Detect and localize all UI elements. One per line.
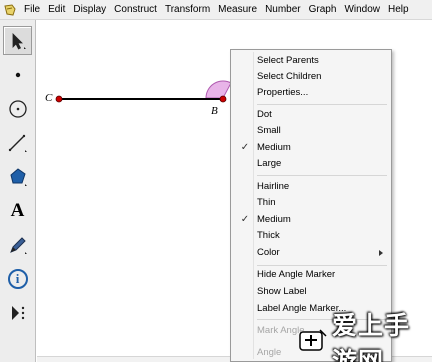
- menu-separator: [257, 104, 387, 105]
- menu-item-line-medium[interactable]: ✓ Medium: [233, 212, 389, 228]
- menu-item-label: Thick: [257, 230, 280, 241]
- menu-item-select-parents[interactable]: Select Parents: [233, 53, 389, 69]
- menu-item-label: Dot: [257, 109, 272, 120]
- menu-bar: File Edit Display Construct Transform Me…: [0, 0, 432, 20]
- circle-icon: [7, 98, 29, 120]
- marker-tool[interactable]: [3, 230, 32, 259]
- submenu-arrow-icon: [379, 250, 383, 256]
- line-icon: [7, 132, 29, 154]
- menu-help[interactable]: Help: [384, 0, 413, 20]
- menu-item-line-hairline[interactable]: Hairline: [233, 179, 389, 195]
- arrow-select-tool[interactable]: [3, 26, 32, 55]
- menu-separator: [257, 265, 387, 266]
- point-b-label: B: [211, 105, 218, 117]
- text-tool[interactable]: A: [3, 196, 32, 225]
- menu-graph[interactable]: Graph: [305, 0, 341, 20]
- toolbox: A i: [0, 20, 36, 362]
- point-c-label: C: [45, 92, 53, 104]
- custom-tool[interactable]: [3, 298, 32, 327]
- menu-item-label: Medium: [257, 142, 291, 153]
- menu-item-hide-angle-marker[interactable]: Hide Angle Marker: [233, 267, 389, 283]
- watermark-text: 爱上手游网: [332, 311, 411, 362]
- menu-construct[interactable]: Construct: [110, 0, 161, 20]
- menu-item-color[interactable]: Color: [233, 245, 389, 261]
- menu-item-select-children[interactable]: Select Children: [233, 69, 389, 85]
- menu-number[interactable]: Number: [261, 0, 305, 20]
- menu-item-point-small[interactable]: Small: [233, 123, 389, 139]
- arrow-icon: [8, 31, 28, 51]
- menu-item-label: Hide Angle Marker: [257, 269, 336, 280]
- menu-item-point-medium[interactable]: ✓ Medium: [233, 140, 389, 156]
- menu-item-label: Select Parents: [257, 55, 319, 66]
- menu-edit[interactable]: Edit: [44, 0, 69, 20]
- checkmark-icon: ✓: [240, 142, 250, 153]
- point-c: [55, 95, 63, 103]
- dot-icon: [8, 65, 28, 85]
- information-tool[interactable]: i: [3, 264, 32, 293]
- info-icon: i: [7, 268, 28, 289]
- menu-item-line-thin[interactable]: Thin: [233, 195, 389, 211]
- watermark-logo-icon: [298, 326, 328, 359]
- menu-item-show-label[interactable]: Show Label: [233, 284, 389, 300]
- menu-separator: [257, 175, 387, 176]
- menu-window[interactable]: Window: [340, 0, 384, 20]
- menu-item-label: Show Label: [257, 286, 307, 297]
- angle-marker: [205, 80, 232, 99]
- menu-item-label: Large: [257, 158, 282, 169]
- app-icon: [3, 3, 17, 17]
- point-tool[interactable]: [3, 60, 32, 89]
- menu-item-label: Thin: [257, 197, 276, 208]
- menu-item-label: Properties...: [257, 87, 309, 98]
- menu-item-label: Color: [257, 247, 280, 258]
- checkmark-icon: ✓: [240, 214, 250, 225]
- text-icon: A: [10, 199, 25, 221]
- menu-item-point-large[interactable]: Large: [233, 156, 389, 172]
- polygon-tool[interactable]: [3, 162, 32, 191]
- menu-item-point-dot[interactable]: Dot: [233, 107, 389, 123]
- pen-icon: [7, 234, 29, 256]
- menu-measure[interactable]: Measure: [214, 0, 261, 20]
- menu-item-label: Hairline: [257, 181, 290, 192]
- menu-item-label: Small: [257, 125, 281, 136]
- straightedge-tool[interactable]: [3, 128, 32, 157]
- menu-item-label: Medium: [257, 214, 291, 225]
- point-b: [219, 95, 227, 103]
- menu-file[interactable]: File: [20, 0, 44, 20]
- menu-item-properties[interactable]: Properties...: [233, 85, 389, 101]
- menu-display[interactable]: Display: [69, 0, 110, 20]
- play-dots-icon: [7, 302, 29, 324]
- menu-item-label: Angle: [257, 347, 282, 358]
- compass-tool[interactable]: [3, 94, 32, 123]
- menu-transform[interactable]: Transform: [161, 0, 214, 20]
- polygon-icon: [7, 166, 29, 188]
- menu-item-label: Select Children: [257, 71, 322, 82]
- menu-item-line-thick[interactable]: Thick: [233, 228, 389, 244]
- watermark: 爱上手游网: [298, 311, 430, 362]
